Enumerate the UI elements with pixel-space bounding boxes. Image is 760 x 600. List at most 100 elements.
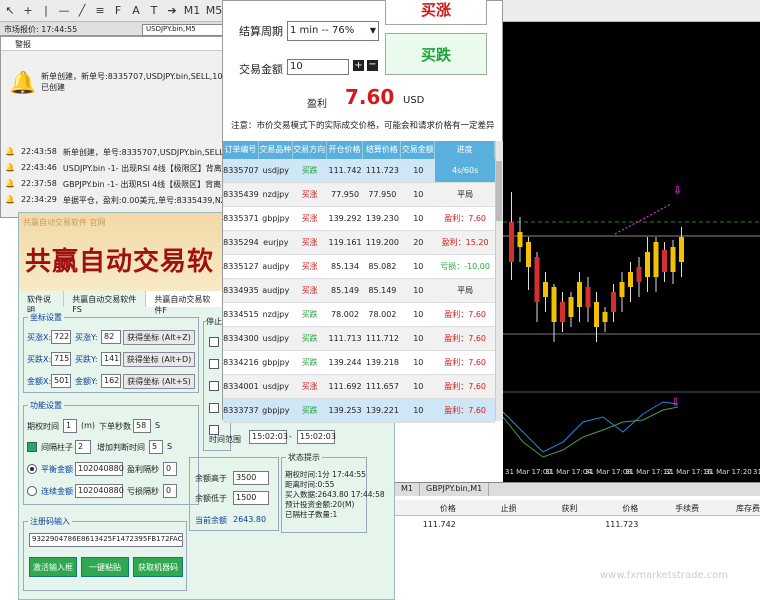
get-coord-buydown-button[interactable]: 获得坐标 (Alt+D) — [123, 352, 195, 367]
terminal-cell: 111.742 — [422, 520, 456, 529]
buy-down-button[interactable]: 买跌 — [385, 33, 487, 75]
table-row[interactable]: 8335294 eurjpy 买涨 119.161 119.200 20 盈利：15.20 — [223, 231, 495, 255]
candle-body — [662, 250, 667, 272]
crosshair-icon[interactable]: + — [21, 4, 35, 18]
arrow-icon[interactable]: ➔ — [165, 4, 179, 18]
table-row[interactable]: 8334515 nzdjpy 买跌 78.002 78.002 10 盈利：7.60 — [223, 303, 495, 327]
terminal-col: 手续费 — [675, 504, 700, 513]
tab-readme[interactable]: 软件说明 — [19, 291, 65, 315]
chart-tab[interactable]: GBPJPY.bin,M1 — [420, 483, 490, 496]
period-select[interactable]: 1 min -- 76% ▼ — [287, 21, 379, 41]
period-select-value: 1 min -- 76% — [290, 25, 355, 36]
lossgap-input[interactable]: 0 — [163, 484, 177, 498]
stop-checkbox[interactable] — [209, 381, 219, 391]
stop-checkbox[interactable] — [209, 337, 219, 347]
cursor-icon[interactable]: ↖ — [3, 4, 17, 18]
amount-input[interactable]: 10 — [287, 59, 349, 75]
balance-below-input[interactable]: 1500 — [233, 491, 269, 505]
table-row[interactable]: 8334300 usdjpy 买跌 111.713 111.712 10 盈利：7.60 — [223, 327, 495, 351]
delay-unit: S — [167, 442, 173, 451]
table-cell-prog: 盈利：7.60 — [444, 214, 487, 223]
get-coord-buyup-button[interactable]: 获得坐标 (Alt+Z) — [123, 330, 195, 345]
fibo-icon[interactable]: F — [111, 4, 125, 18]
amount-y-input[interactable]: 162 — [101, 374, 121, 388]
registration-code-input[interactable]: 9322904786E8613425F1472395FB172FAC94A — [29, 533, 183, 547]
activate-input-button[interactable]: 激活输入框 — [29, 557, 77, 577]
alert-title: 警报 — [1, 37, 224, 51]
pillar-checkbox[interactable] — [27, 442, 37, 452]
table-cell-prog: 盈利：7.60 — [444, 310, 487, 319]
seconds-input[interactable]: 58 — [133, 419, 151, 433]
text-icon[interactable]: A — [129, 4, 143, 18]
cont-radio[interactable] — [27, 486, 37, 496]
timeframe-m5[interactable]: M5 — [205, 4, 223, 18]
buyup-x-label: 买涨X: — [27, 333, 52, 342]
terminal-cell — [699, 517, 760, 533]
table-row[interactable]: 8335439 nzdjpy 买涨 77.950 77.950 10 平局 — [223, 183, 495, 207]
time-from-input[interactable]: 15:02:03 — [249, 430, 288, 444]
tab-f[interactable]: 共赢自动交易软件F — [146, 291, 224, 315]
plus-icon[interactable]: + — [353, 60, 364, 71]
timeframe-m1[interactable]: M1 — [183, 4, 201, 18]
table-cell-close: 139.221 — [365, 406, 399, 415]
get-machine-code-button[interactable]: 获取机器码 — [133, 557, 183, 577]
buydown-y-input[interactable]: 141 — [101, 352, 121, 366]
table-cell-id: 8335127 — [223, 262, 259, 271]
log-text: 单据平仓，盈利:0.00美元,单号:8335439,NZDJ... — [62, 196, 226, 205]
balance-above-input[interactable]: 3500 — [233, 471, 269, 485]
panel-banner: 共赢自动交易软件 官网 共赢自动交易软 — [19, 213, 224, 291]
gap-input[interactable]: 0 — [163, 462, 177, 476]
profit-unit: USD — [403, 95, 425, 106]
profit-label: 盈利 — [307, 99, 327, 110]
paste-button[interactable]: 一键粘贴 — [81, 557, 129, 577]
candle-body — [543, 282, 548, 297]
buyup-y-input[interactable]: 82 — [101, 330, 121, 344]
buy-up-button[interactable]: 买涨 — [385, 0, 487, 25]
candle-body — [636, 267, 642, 282]
table-row[interactable]: 8333737 gbpjpy 买跌 139.253 139.221 10 盈利：7.60 — [223, 399, 495, 423]
table-row[interactable]: 8335371 gbpjpy 买涨 139.292 139.230 10 盈利：7.60 — [223, 207, 495, 231]
cont-input[interactable]: 102040880 — [75, 484, 124, 498]
log-row[interactable]: 🔔 22:34:29 单据平仓，盈利:0.00美元,单号:8335439,NZDJ.… — [5, 195, 226, 208]
terminal-row[interactable]: 111.742 111.723 — [395, 517, 760, 533]
balance-below-label: 余额低于 — [195, 494, 227, 503]
label-icon[interactable]: T — [147, 4, 161, 18]
time-to-input[interactable]: 15:02:03 — [297, 430, 336, 444]
table-cell-dir: 买跌 — [301, 406, 318, 415]
period-input[interactable]: 1 — [63, 419, 77, 433]
candle-body — [679, 237, 684, 262]
buyup-x-input[interactable]: 722 — [51, 330, 71, 344]
price-chart[interactable]: ⇩ ⇩ 31 Mar 17:00 31 Mar 17:04 31 Mar 17:08 31… — [503, 22, 760, 482]
table-row[interactable]: 8335707 usdjpy 买跌 111.742 111.723 10 4s/60s — [223, 159, 495, 183]
log-row[interactable]: 🔔 22:37:58 GBPJPY.bin -1- 出现RSI 4线【极限区】背离 — [5, 179, 226, 192]
table-cell-id: 8334300 — [223, 334, 259, 343]
flat-input[interactable]: 102040880 — [75, 462, 124, 476]
tab-fs[interactable]: 共赢自动交易软件FS — [64, 291, 147, 314]
buydown-x-input[interactable]: 715 — [51, 352, 71, 366]
stop-checkbox[interactable] — [209, 359, 219, 369]
col-progress: 进度 — [435, 141, 495, 159]
trendline-icon[interactable]: ╱ — [75, 4, 89, 18]
candle-body — [560, 302, 565, 322]
vline-icon[interactable]: | — [39, 4, 53, 18]
profit-value: 7.60 — [345, 85, 395, 109]
minus-icon[interactable]: − — [367, 60, 378, 71]
stop-checkbox[interactable] — [209, 403, 219, 413]
chart-tab[interactable]: M1 — [395, 483, 420, 496]
scrollbar-thumb[interactable] — [496, 161, 502, 221]
table-row[interactable]: 8334216 gbpjpy 买跌 139.244 139.218 10 盈利：7.60 — [223, 351, 495, 375]
table-row[interactable]: 8334935 audjpy 买涨 85.149 85.149 10 平局 — [223, 279, 495, 303]
table-row[interactable]: 8335127 audjpy 买涨 85.134 85.082 10 亏损：-10.00 — [223, 255, 495, 279]
table-cell-id: 8334001 — [223, 382, 259, 391]
flat-radio[interactable] — [27, 464, 37, 474]
table-row[interactable]: 8334001 usdjpy 买涨 111.692 111.657 10 盈利：7.60 — [223, 375, 495, 399]
hline-icon[interactable]: — — [57, 4, 71, 18]
pillar-input[interactable]: 2 — [75, 440, 91, 454]
channel-icon[interactable]: ≡ — [93, 4, 107, 18]
chart-window-tab[interactable]: USDJPY.bin,M5 — [142, 24, 227, 36]
log-row[interactable]: 🔔 22:43:58 新单创建，单号:8335707,USDJPY.bin,SELL… — [5, 147, 226, 160]
log-row[interactable]: 🔔 22:43:46 USDJPY.bin -1- 出现RSI 4线【极限区】背离 — [5, 163, 226, 176]
get-coord-amount-button[interactable]: 获得坐标 (Alt+S) — [123, 374, 195, 389]
amount-x-input[interactable]: 501 — [51, 374, 71, 388]
delay-input[interactable]: 5 — [149, 440, 163, 454]
